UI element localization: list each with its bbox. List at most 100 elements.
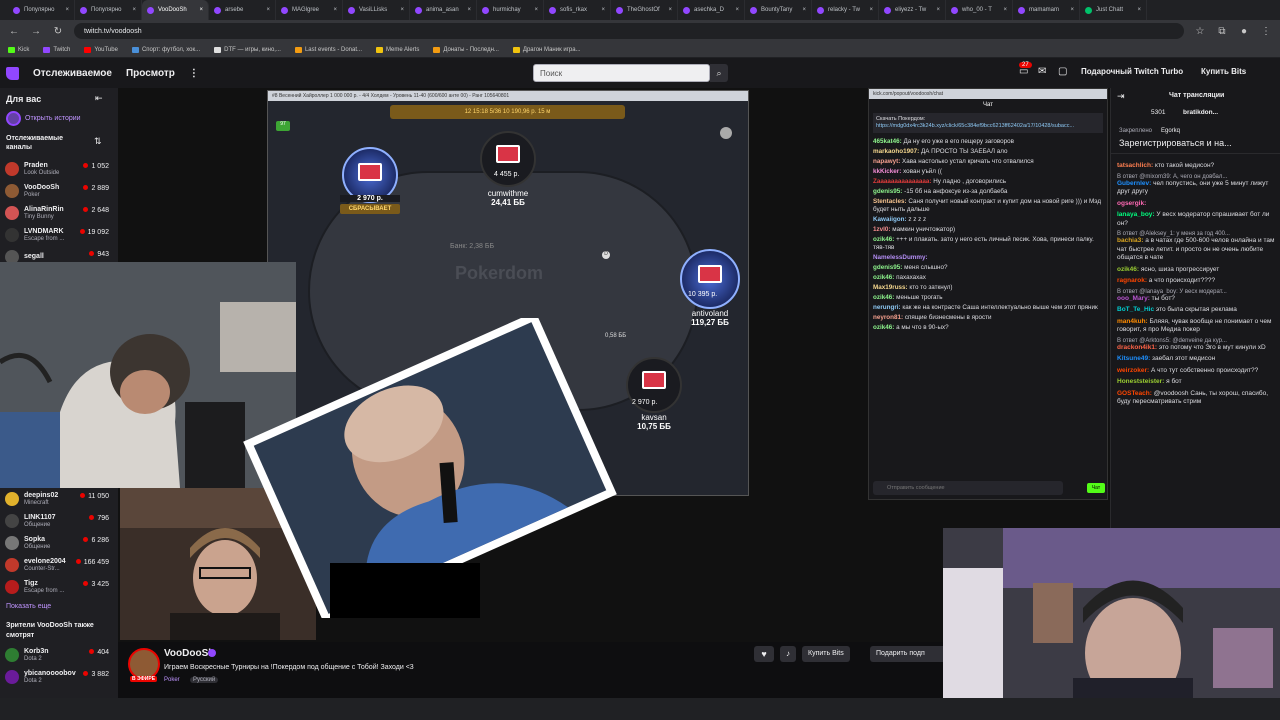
poker-settings-icon[interactable] [720,127,732,139]
sidebar-channel[interactable]: VooDooSh Poker 2 889 [5,180,115,202]
pinned-download-link[interactable]: https://mdg0dx4rc3k24b.xyz/click/65c384e… [876,123,1100,130]
chat-username[interactable]: Zaaaaaaaaaaaaaaa: [873,178,933,185]
nav-browse[interactable]: Просмотр [126,68,175,79]
chat-username[interactable]: Kawaiigon: [873,216,908,223]
chat-username[interactable]: 1zvl0: [873,226,892,233]
sidebar-channel[interactable]: deepins02 Minecraft 11 050 [5,488,115,510]
nav-following[interactable]: Отслеживаемое [33,68,112,79]
bookmark-item[interactable]: Last events - Donat... [294,46,362,53]
bookmark-item[interactable]: Спорт: футбол, хок... [131,46,200,53]
bookmark-item[interactable]: DTF — игры, кино,... [214,46,281,53]
chat-username[interactable]: NamelessDummy: [873,254,928,261]
sidebar-channel[interactable]: Korb3n Dota 2 404 [5,644,115,666]
chat-username[interactable]: ozik46: [1117,266,1141,273]
chat-username[interactable]: Honeststeister: [1117,378,1166,385]
browser-tab[interactable]: eliyezz - Tw × [879,0,946,20]
more-icon[interactable]: ⋮ [189,68,199,79]
back-icon[interactable]: ← [8,26,20,37]
chat-username[interactable]: Gubernlev: [1117,180,1153,187]
browser-tab[interactable]: VooDooSh × [142,0,209,20]
whispers-icon[interactable]: ▢ [1058,66,1067,77]
browser-menu-icon[interactable]: ⋮ [1260,26,1272,37]
sidebar-channel[interactable]: LINK1107 Общение 796 [5,510,115,532]
popout-chat-send-button[interactable]: Чат [1087,483,1105,493]
tab-close-icon[interactable]: × [869,7,873,13]
tab-close-icon[interactable]: × [936,7,940,13]
browser-tab[interactable]: VasiLLisks × [343,0,410,20]
tab-close-icon[interactable]: × [1003,7,1007,13]
browser-tab[interactable]: Популярно × [8,0,75,20]
browser-tab[interactable]: who_00 - T × [946,0,1013,20]
poker-chat-icon[interactable]: 97 [276,121,290,131]
chat-username[interactable]: weirzoker: [1117,367,1151,374]
search-icon[interactable]: ⌕ [710,64,728,82]
sidebar-channel[interactable]: LVNDMARK Escape from ... 19 092 [5,224,115,246]
chat-username[interactable]: GOSTeach: [1117,390,1154,397]
tab-close-icon[interactable]: × [802,7,806,13]
gift-turbo-button[interactable]: Подарочный Twitch Turbo [1081,67,1183,76]
bookmark-item[interactable]: Meme Alerts [376,46,419,53]
tab-close-icon[interactable]: × [1070,7,1074,13]
chat-username[interactable]: 465kat46: [873,138,903,145]
chat-username[interactable]: ooo_Mary: [1117,295,1152,302]
chat-username[interactable]: napawyt: [873,158,902,165]
tab-close-icon[interactable]: × [1137,7,1141,13]
browser-tab[interactable]: BountyTany × [745,0,812,20]
chat-username[interactable]: drackon4ik1: [1117,344,1159,351]
show-more-link[interactable]: Показать еще [6,603,51,610]
tab-close-icon[interactable]: × [400,7,404,13]
language-tag[interactable]: Русский [190,677,219,683]
browser-tab[interactable]: TheGhostOf × [611,0,678,20]
bookmark-item[interactable]: Драгон Маник игра... [512,46,581,53]
sidebar-channel[interactable]: Sopka Общение 6 286 [5,532,115,554]
collapse-sidebar-icon[interactable]: ⇤ [95,93,103,104]
chat-username[interactable]: Max19russ: [873,284,909,291]
tab-close-icon[interactable]: × [65,7,69,13]
tab-close-icon[interactable]: × [266,7,270,13]
search-input[interactable]: Поиск [533,64,710,82]
chat-username[interactable]: ozik46: [873,324,896,331]
sidebar-channel[interactable]: AlinaRinRin Tiny Bunny 2 648 [5,202,115,224]
browser-tab[interactable]: arsebe × [209,0,276,20]
chat-username[interactable]: tatsachlich: [1117,162,1155,169]
profile-icon[interactable]: ● [1238,26,1250,37]
chat-username[interactable]: markaoho1907: [873,148,921,155]
channel-name[interactable]: VooDooSh [164,648,214,659]
chat-username[interactable]: Kitsune49: [1117,355,1152,362]
browser-tab[interactable]: asechka_D × [678,0,745,20]
tab-close-icon[interactable]: × [735,7,739,13]
chat-username[interactable]: ozik46: [873,274,896,281]
tab-close-icon[interactable]: × [534,7,538,13]
sidebar-channel[interactable]: Tigz Escape from ... 3 425 [5,576,115,598]
sidebar-channel[interactable]: ybicanoooobov Dota 2 3 882 [5,666,115,688]
collapse-chat-icon[interactable]: ⇥ [1117,91,1125,102]
twitch-logo-icon[interactable] [6,66,19,80]
inbox-icon[interactable]: ✉ [1038,66,1046,77]
chat-username[interactable]: ogsergik: [1117,200,1146,207]
chat-username[interactable]: ozik46: [873,294,896,301]
tab-close-icon[interactable]: × [467,7,471,13]
chat-username[interactable]: bachia3: [1117,237,1145,244]
bookmark-item[interactable]: Kick [8,46,29,53]
chat-username[interactable]: kkKicker: [873,168,903,175]
buy-bits-info-button[interactable]: Купить Bits [802,646,850,662]
chat-username[interactable]: gdenis95: [873,264,904,271]
chat-username[interactable]: neyron81: [873,314,905,321]
notification-bell-icon[interactable]: ♪ [780,646,796,662]
chat-username[interactable]: ragnarok: [1117,277,1149,284]
bookmark-item[interactable]: YouTube [84,46,118,53]
chat-username[interactable]: nerungri: [873,304,902,311]
browser-tab[interactable]: Популярно × [75,0,142,20]
browser-tab[interactable]: hurmichay × [477,0,544,20]
tab-close-icon[interactable]: × [333,7,337,13]
notifications-icon[interactable]: ▭ [1019,66,1028,77]
chat-username[interactable]: man4kuh: [1117,318,1150,325]
bookmark-item[interactable]: Донаты - Последн... [433,46,499,53]
browser-tab[interactable]: anima_asan × [410,0,477,20]
follow-heart-icon[interactable]: ♥ [754,646,774,662]
buy-bits-button[interactable]: Купить Bits [1201,67,1246,76]
tab-close-icon[interactable]: × [132,7,136,13]
bookmark-item[interactable]: Twitch [43,46,70,53]
browser-tab[interactable]: mamamam × [1013,0,1080,20]
category-link[interactable]: Poker [164,677,180,683]
